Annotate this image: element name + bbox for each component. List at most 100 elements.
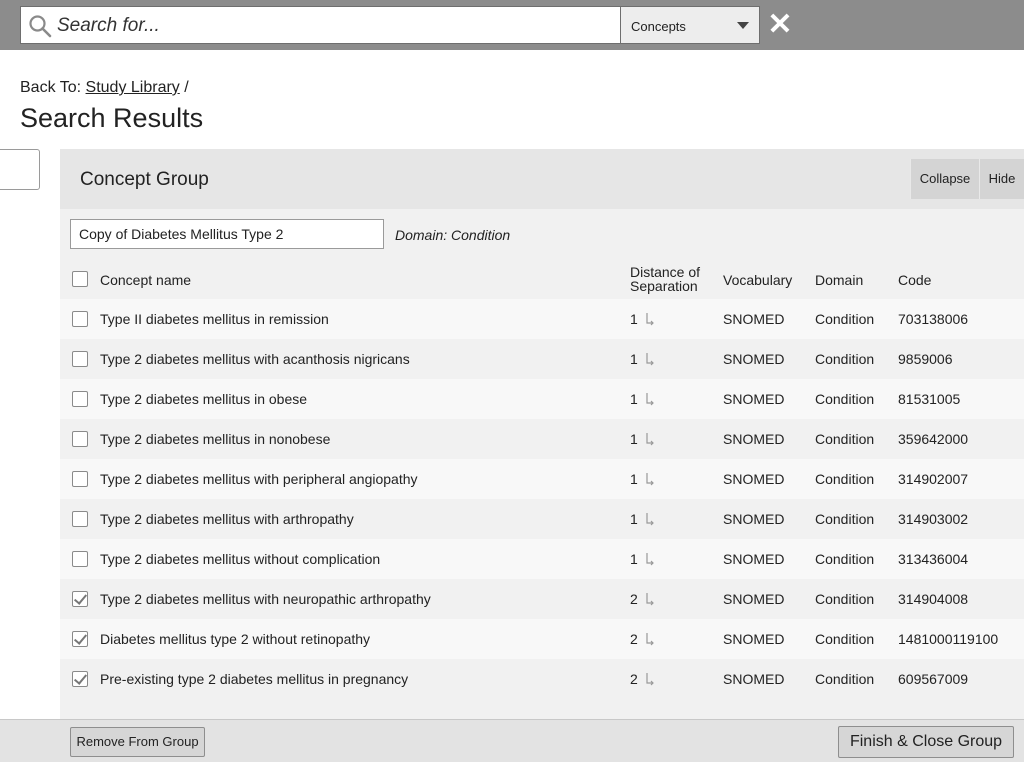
- search-scope-label: Concepts: [631, 19, 686, 34]
- breadcrumb: Back To: Study Library /: [20, 79, 189, 97]
- child-arrow-icon: [646, 673, 654, 686]
- concept-name-cell: Type 2 diabetes mellitus with arthropath…: [100, 511, 354, 527]
- domain-cell: Condition: [815, 671, 875, 687]
- vocabulary-cell: SNOMED: [723, 511, 785, 527]
- col-header-distance-line1: Distance of: [630, 264, 701, 280]
- table-row[interactable]: Pre-existing type 2 diabetes mellitus in…: [60, 659, 1024, 699]
- breadcrumb-separator: /: [184, 79, 189, 96]
- code-cell: 609567009: [898, 671, 969, 687]
- concept-name-cell: Type 2 diabetes mellitus in nonobese: [100, 431, 331, 447]
- panel-header: Concept Group Collapse Hide: [60, 149, 1024, 209]
- table-row[interactable]: Type 2 diabetes mellitus without complic…: [60, 539, 1024, 579]
- col-header-distance[interactable]: Distance of Separation: [630, 265, 700, 293]
- domain-cell: Condition: [815, 551, 875, 567]
- row-checkbox[interactable]: [72, 671, 88, 687]
- finish-close-group-button[interactable]: Finish & Close Group: [838, 726, 1014, 758]
- concept-name-cell: Type 2 diabetes mellitus with neuropathi…: [100, 591, 431, 607]
- child-arrow-icon: [646, 353, 654, 366]
- chevron-down-icon: [737, 22, 749, 29]
- domain-cell: Condition: [815, 631, 875, 647]
- table-row[interactable]: Type 2 diabetes mellitus with peripheral…: [60, 459, 1024, 499]
- table-row[interactable]: Type 2 diabetes mellitus with neuropathi…: [60, 579, 1024, 619]
- breadcrumb-link-study-library[interactable]: Study Library: [86, 79, 180, 96]
- domain-cell: Condition: [815, 431, 875, 447]
- domain-cell: Condition: [815, 591, 875, 607]
- select-all-checkbox[interactable]: [72, 271, 88, 287]
- group-name-input[interactable]: [70, 219, 384, 249]
- child-arrow-icon: [646, 473, 654, 486]
- code-cell: 314904008: [898, 591, 969, 607]
- concept-name-cell: Type II diabetes mellitus in remission: [100, 311, 329, 327]
- row-checkbox[interactable]: [72, 311, 88, 327]
- col-header-code[interactable]: Code: [898, 272, 931, 288]
- search-box: [20, 6, 621, 44]
- code-cell: 703138006: [898, 311, 969, 327]
- table-row[interactable]: Type 2 diabetes mellitus in obese 1 SNOMED…: [60, 379, 1024, 419]
- hide-button[interactable]: Hide: [979, 159, 1024, 199]
- col-header-vocabulary[interactable]: Vocabulary: [723, 272, 792, 288]
- distance-cell: 1: [630, 511, 638, 527]
- table-row[interactable]: Type II diabetes mellitus in remission 1 S…: [60, 299, 1024, 339]
- row-checkbox[interactable]: [72, 511, 88, 527]
- child-arrow-icon: [646, 553, 654, 566]
- row-checkbox[interactable]: [72, 391, 88, 407]
- col-header-concept-name[interactable]: Concept name: [100, 272, 191, 288]
- domain-cell: Condition: [815, 391, 875, 407]
- vocabulary-cell: SNOMED: [723, 471, 785, 487]
- code-cell: 313436004: [898, 551, 969, 567]
- vocabulary-cell: SNOMED: [723, 351, 785, 367]
- row-checkbox[interactable]: [72, 351, 88, 367]
- child-arrow-icon: [646, 313, 654, 326]
- domain-cell: Condition: [815, 351, 875, 367]
- code-cell: 314902007: [898, 471, 969, 487]
- domain-cell: Condition: [815, 511, 875, 527]
- left-panel-edge[interactable]: [0, 149, 40, 190]
- page-title: Search Results: [20, 103, 204, 133]
- col-header-domain[interactable]: Domain: [815, 272, 863, 288]
- concept-name-cell: Type 2 diabetes mellitus with acanthosis…: [100, 351, 410, 367]
- child-arrow-icon: [646, 393, 654, 406]
- vocabulary-cell: SNOMED: [723, 671, 785, 687]
- search-scope-select[interactable]: Concepts: [620, 6, 760, 44]
- concept-name-cell: Pre-existing type 2 diabetes mellitus in…: [100, 671, 409, 687]
- concept-group-panel: Concept Group Collapse Hide Domain: Cond…: [60, 149, 1024, 719]
- domain-cell: Condition: [815, 311, 875, 327]
- row-checkbox[interactable]: [72, 471, 88, 487]
- panel-title: Concept Group: [80, 169, 209, 190]
- top-search-bar: Concepts ✕: [0, 0, 1024, 50]
- vocabulary-cell: SNOMED: [723, 311, 785, 327]
- distance-cell: 2: [630, 631, 638, 647]
- table-row[interactable]: Type 2 diabetes mellitus with arthropath…: [60, 499, 1024, 539]
- table-row[interactable]: Type 2 diabetes mellitus in nonobese 1 SNO…: [60, 419, 1024, 459]
- vocabulary-cell: SNOMED: [723, 591, 785, 607]
- code-cell: 1481000119100: [898, 631, 999, 647]
- concept-name-cell: Type 2 diabetes mellitus with peripheral…: [100, 471, 418, 487]
- distance-cell: 2: [630, 671, 638, 687]
- child-arrow-icon: [646, 513, 654, 526]
- code-cell: 359642000: [898, 431, 969, 447]
- table-row[interactable]: Diabetes mellitus type 2 without retinop…: [60, 619, 1024, 659]
- search-input[interactable]: [57, 11, 612, 41]
- code-cell: 9859006: [898, 351, 953, 367]
- distance-cell: 1: [630, 351, 638, 367]
- table-row[interactable]: Type 2 diabetes mellitus with acanthosis…: [60, 339, 1024, 379]
- row-checkbox[interactable]: [72, 631, 88, 647]
- row-checkbox[interactable]: [72, 431, 88, 447]
- vocabulary-cell: SNOMED: [723, 391, 785, 407]
- code-cell: 314903002: [898, 511, 969, 527]
- distance-cell: 1: [630, 391, 638, 407]
- child-arrow-icon: [646, 593, 654, 606]
- row-checkbox[interactable]: [72, 551, 88, 567]
- distance-cell: 1: [630, 471, 638, 487]
- close-icon[interactable]: ✕: [767, 10, 793, 40]
- breadcrumb-prefix: Back To:: [20, 79, 82, 96]
- row-checkbox[interactable]: [72, 591, 88, 607]
- col-header-distance-line2: Separation: [630, 278, 698, 294]
- child-arrow-icon: [646, 433, 654, 446]
- search-icon: [29, 15, 52, 38]
- concept-name-cell: Type 2 diabetes mellitus in obese: [100, 391, 308, 407]
- vocabulary-cell: SNOMED: [723, 631, 785, 647]
- remove-from-group-button[interactable]: Remove From Group: [70, 727, 205, 757]
- collapse-button[interactable]: Collapse: [910, 159, 979, 199]
- group-domain-note: Domain: Condition: [395, 227, 511, 243]
